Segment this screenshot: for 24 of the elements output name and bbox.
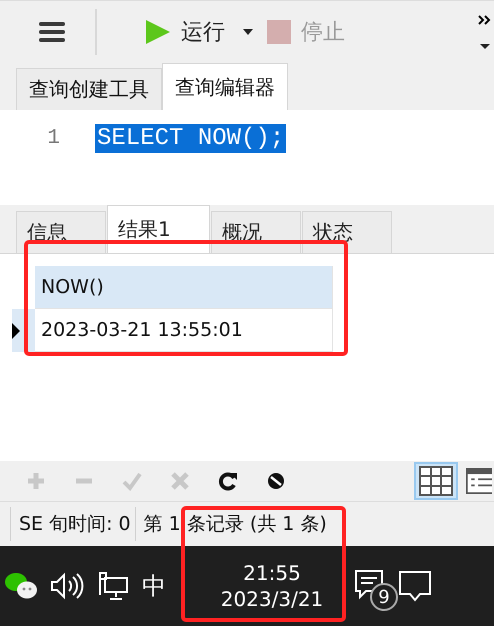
status-text: SE 旬时间: 0 [19,512,131,537]
line-number: 1 [46,126,61,150]
notification-badge: 9 [370,583,398,611]
stop-icon[interactable] [266,471,286,491]
run-button[interactable]: 运行 [145,17,225,47]
refresh-icon[interactable] [218,471,238,491]
table-cell: 2023-03-21 13:55:01 [35,309,333,352]
result-tab[interactable]: 结果1 [107,205,210,253]
network-icon[interactable] [96,571,130,601]
menu-icon[interactable] [37,21,67,43]
status-text: 第 1 条记录 (共 1 条) [144,512,327,537]
more-icon[interactable] [478,15,492,49]
stop-square-icon [267,20,291,44]
chat-icon[interactable] [4,571,38,601]
editor-tab[interactable]: 查询编辑器 [162,63,288,110]
clock[interactable]: 21:55 2023/3/21 [202,560,342,612]
action-center-icon[interactable] [398,570,432,602]
volume-icon[interactable] [50,572,84,600]
grid-view-button[interactable] [414,462,458,500]
editor-tab[interactable]: 查询创建工具 [16,68,162,110]
play-icon [145,19,171,45]
column-header[interactable]: NOW() [35,266,333,309]
caret-icon[interactable] [243,29,253,35]
input-method-indicator[interactable]: 中 [142,570,166,602]
